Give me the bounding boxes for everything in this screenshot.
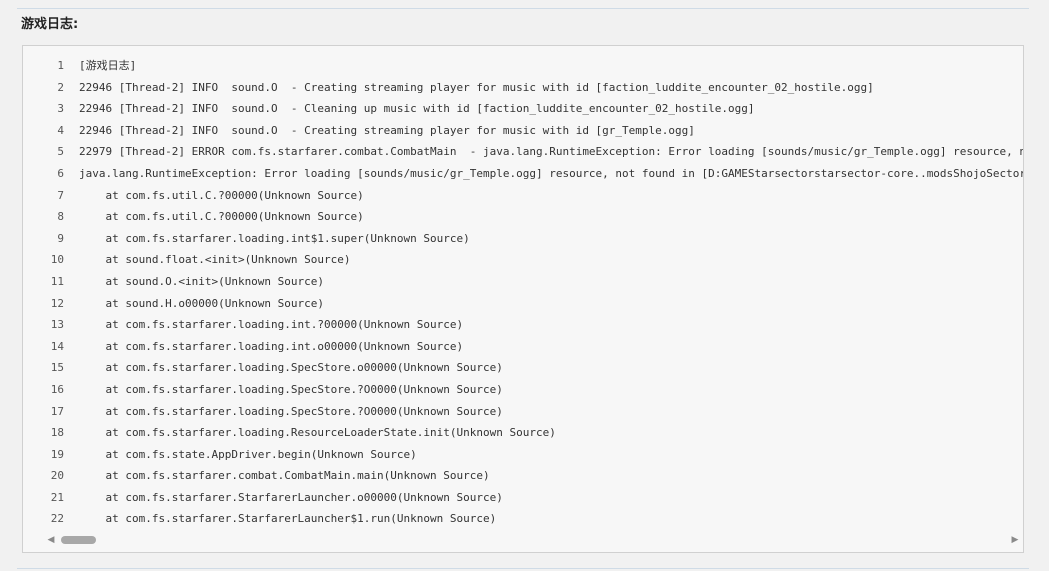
- line-number: 18: [50, 426, 64, 440]
- log-lines: 1 [游戏日志] 2 22946 [Thread-2] INFO sound.O - …: [23, 55, 1023, 535]
- scroll-right-arrow-icon[interactable]: ▶: [1010, 534, 1020, 546]
- bottom-divider: [17, 568, 1029, 569]
- line-text: at com.fs.util.C.?00000(Unknown Source): [79, 210, 364, 224]
- line-number: 4: [57, 123, 64, 137]
- line-number: 1: [57, 59, 64, 72]
- log-line: 8 at com.fs.util.C.?00000(Unknown Source…: [23, 206, 1023, 228]
- line-text: java.lang.RuntimeException: Error loadin…: [79, 166, 1023, 180]
- line-number: 11: [50, 274, 64, 288]
- line-number: 14: [50, 339, 64, 353]
- line-text: at com.fs.starfarer.StarfarerLauncher$1.…: [79, 512, 497, 526]
- scroll-left-arrow-icon[interactable]: ◀: [46, 534, 56, 546]
- log-line: 5 22979 [Thread-2] ERROR com.fs.starfarer…: [23, 141, 1023, 163]
- line-number: 13: [50, 318, 64, 332]
- line-text: at sound.O.<init>(Unknown Source): [79, 274, 325, 288]
- line-text: at com.fs.starfarer.loading.SpecStore.o0…: [79, 361, 503, 375]
- line-text: at com.fs.starfarer.loading.int.?00000(U…: [79, 318, 464, 332]
- line-number: 3: [57, 102, 64, 116]
- log-line: 12 at sound.H.o00000(Unknown Source): [23, 293, 1023, 315]
- horizontal-scrollbar[interactable]: ◀ ▶: [22, 531, 1022, 549]
- log-line: 20 at com.fs.starfarer.combat.CombatMain…: [23, 465, 1023, 487]
- line-number: 17: [50, 404, 64, 418]
- line-text: at com.fs.starfarer.loading.int.o00000(U…: [79, 339, 464, 353]
- log-line: 6 java.lang.RuntimeException: Error loadi…: [23, 163, 1023, 185]
- line-text: [游戏日志]: [79, 59, 137, 72]
- log-line: 16 at com.fs.starfarer.loading.SpecStore…: [23, 379, 1023, 401]
- line-text: 22946 [Thread-2] INFO sound.O - Creating…: [79, 80, 874, 94]
- line-text: at com.fs.starfarer.loading.SpecStore.?O…: [79, 404, 503, 418]
- log-line: 10 at sound.float.<init>(Unknown Source): [23, 249, 1023, 271]
- log-line: 15 at com.fs.starfarer.loading.SpecStore…: [23, 357, 1023, 379]
- log-line: 7 at com.fs.util.C.?00000(Unknown Source…: [23, 185, 1023, 207]
- line-number: 8: [57, 210, 64, 224]
- line-number: 12: [50, 296, 64, 310]
- log-line: 17 at com.fs.starfarer.loading.SpecStore…: [23, 401, 1023, 423]
- line-text: at sound.H.o00000(Unknown Source): [79, 296, 325, 310]
- line-number: 21: [50, 490, 64, 504]
- top-divider: [17, 8, 1029, 9]
- line-text: 22979 [Thread-2] ERROR com.fs.starfarer.…: [79, 145, 1023, 159]
- log-line: 9 at com.fs.starfarer.loading.int$1.supe…: [23, 228, 1023, 250]
- line-number: 5: [57, 145, 64, 159]
- line-number: 19: [50, 447, 64, 461]
- line-number: 7: [57, 188, 64, 202]
- log-line: 4 22946 [Thread-2] INFO sound.O - Creatin…: [23, 120, 1023, 142]
- log-line: 19 at com.fs.state.AppDriver.begin(Unkno…: [23, 444, 1023, 466]
- line-text: at com.fs.state.AppDriver.begin(Unknown …: [79, 447, 417, 461]
- log-line: 3 22946 [Thread-2] INFO sound.O - Cleanin…: [23, 98, 1023, 120]
- line-text: at com.fs.starfarer.loading.ResourceLoad…: [79, 426, 556, 440]
- line-text: at com.fs.util.C.?00000(Unknown Source): [79, 188, 364, 202]
- log-line: 11 at sound.O.<init>(Unknown Source): [23, 271, 1023, 293]
- line-number: 10: [50, 253, 64, 267]
- line-number: 2: [57, 80, 64, 94]
- line-text: at com.fs.starfarer.loading.int$1.super(…: [79, 231, 470, 245]
- line-number: 20: [50, 469, 64, 483]
- log-line: 18 at com.fs.starfarer.loading.ResourceL…: [23, 422, 1023, 444]
- line-number: 22: [50, 512, 64, 526]
- line-text: at com.fs.starfarer.StarfarerLauncher.o0…: [79, 490, 503, 504]
- line-text: 22946 [Thread-2] INFO sound.O - Creating…: [79, 123, 695, 137]
- log-line: 13 at com.fs.starfarer.loading.int.?0000…: [23, 314, 1023, 336]
- log-line: 2 22946 [Thread-2] INFO sound.O - Creatin…: [23, 77, 1023, 99]
- scrollbar-thumb[interactable]: [61, 536, 96, 544]
- log-line: 14 at com.fs.starfarer.loading.int.o0000…: [23, 336, 1023, 358]
- line-text: at sound.float.<init>(Unknown Source): [79, 253, 351, 267]
- log-line: 22 at com.fs.starfarer.StarfarerLauncher…: [23, 508, 1023, 530]
- line-text: at com.fs.starfarer.combat.CombatMain.ma…: [79, 469, 490, 483]
- line-number: 15: [50, 361, 64, 375]
- log-line: 1 [游戏日志]: [23, 55, 1023, 77]
- line-number: 9: [57, 231, 64, 245]
- log-code-block[interactable]: 1 [游戏日志] 2 22946 [Thread-2] INFO sound.O - …: [22, 45, 1024, 553]
- line-number: 6: [57, 166, 64, 180]
- page: 游戏日志: 1 [游戏日志] 2 22946 [Thread-2] INFO soun…: [0, 0, 1049, 571]
- line-text: at com.fs.starfarer.loading.SpecStore.?O…: [79, 382, 503, 396]
- line-number: 16: [50, 382, 64, 396]
- line-text: 22946 [Thread-2] INFO sound.O - Cleaning…: [79, 102, 755, 116]
- section-title: 游戏日志:: [21, 17, 79, 32]
- log-line: 21 at com.fs.starfarer.StarfarerLauncher…: [23, 487, 1023, 509]
